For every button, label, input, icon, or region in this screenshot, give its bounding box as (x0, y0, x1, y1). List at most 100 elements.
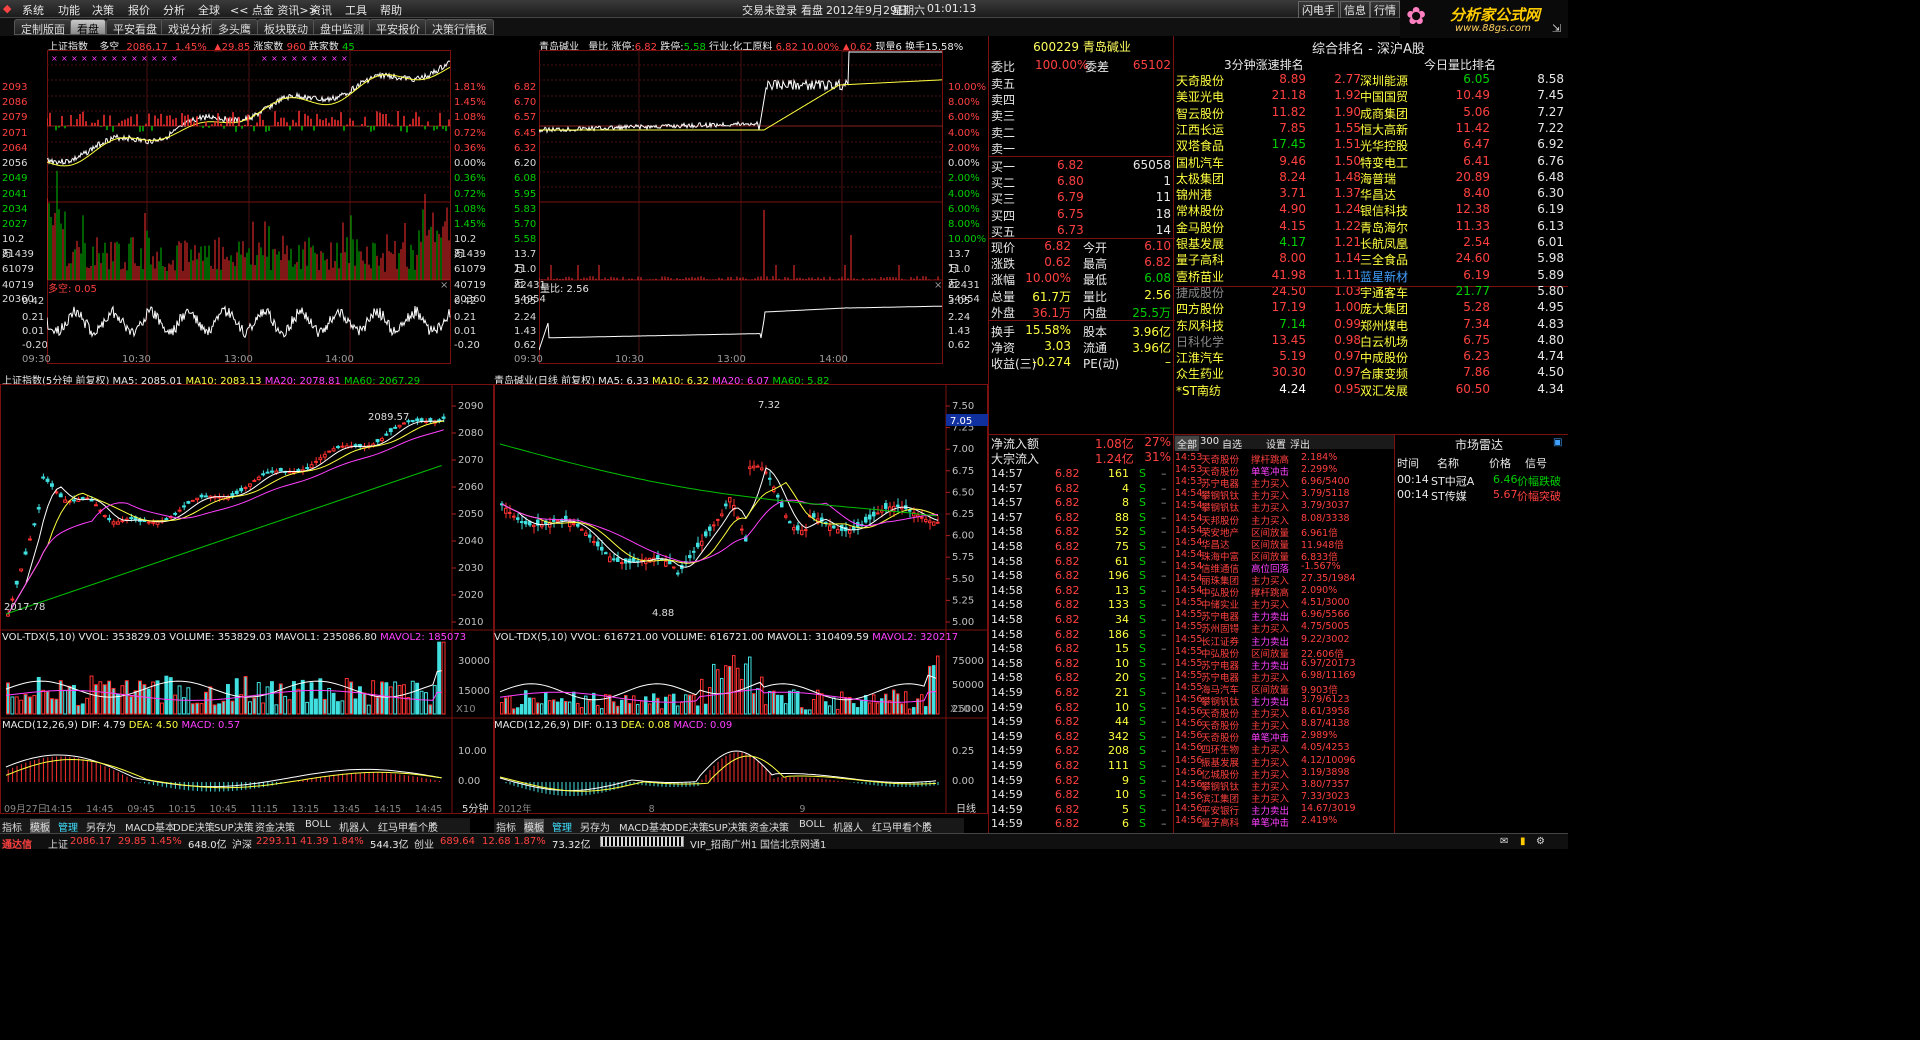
alert-row[interactable]: 14:55 苏宁电器 主力卖出 6.97/20173 (1175, 658, 1393, 672)
menu-system[interactable]: 系统 (22, 2, 44, 18)
alert-row[interactable]: 14:55 海马汽车 区间放量 9.903倍 (1175, 682, 1393, 696)
alerts-tab-all[interactable]: 全部 (1175, 436, 1199, 451)
alerts-float[interactable]: 浮出 (1290, 436, 1310, 451)
speed-rank-row[interactable]: 智云股份 11.82 1.90 (1176, 105, 1362, 121)
menu-function[interactable]: 功能 (58, 2, 80, 18)
indicator-tab[interactable]: 资金决策 (749, 819, 789, 834)
indicator-tab[interactable]: 另存为 (86, 819, 116, 834)
tab-sector-link[interactable]: 板块联动 (257, 19, 315, 36)
alert-row[interactable]: 14:56 振基发展 主力买入 4.12/10096 (1175, 755, 1393, 769)
menu-info[interactable]: 资讯 (310, 2, 332, 18)
indicator-tab[interactable]: 资金决策 (255, 819, 295, 834)
tab-pingan-watch[interactable]: 平安看盘 (106, 19, 164, 36)
speed-rank-row[interactable]: 国机汽车 9.46 1.50 (1176, 154, 1362, 170)
speed-rank-row[interactable]: 众生药业 30.30 0.97 (1176, 365, 1362, 381)
speed-rank-row[interactable]: 壹桥苗业 41.98 1.11 (1176, 268, 1362, 284)
tab-custom[interactable]: 定制版面 (14, 19, 72, 36)
radar-panel[interactable]: 市场雷达 ▣ 时间 名称 价格 信号 00:14 ST中冠A 6.46 价幅跌破 00:… (1394, 434, 1568, 833)
indicator-tab[interactable]: 机器人 (339, 819, 369, 834)
tab-bull-eagle[interactable]: 多头鹰 (211, 19, 258, 36)
quotes-button[interactable]: 行情 (1370, 1, 1400, 19)
alert-row[interactable]: 14:55 长江证券 主力卖出 9.22/3002 (1175, 634, 1393, 648)
indicator-tab[interactable]: DDE决策 (173, 819, 215, 834)
volratio-rank-row[interactable]: 银信科技 12.38 6.19 (1360, 202, 1566, 218)
close-indicator-icon[interactable]: × (440, 280, 448, 291)
alert-row[interactable]: 14:55 中储实业 主力买入 4.51/3000 (1175, 597, 1393, 611)
menu-decision[interactable]: 决策 (92, 2, 114, 18)
volratio-rank-row[interactable]: 特变电工 6.41 6.76 (1360, 154, 1566, 170)
volratio-rank-row[interactable]: 庞大集团 5.28 4.95 (1360, 300, 1566, 316)
speed-rank-row[interactable]: 四方股份 17.19 1.00 (1176, 300, 1362, 316)
tab-monitor[interactable]: 盘中监测 (313, 19, 371, 36)
indicator-tab[interactable]: BOLL (305, 819, 331, 830)
alert-row[interactable]: 14:56 滨江集团 主力买入 7.33/3023 (1175, 791, 1393, 805)
volratio-rank-row[interactable]: 合康变频 7.86 4.50 (1360, 365, 1566, 381)
indicator-tab[interactable]: BOLL (799, 819, 825, 830)
alert-row[interactable]: 14:56 攀钢钒钛 主力买入 3.80/7357 (1175, 779, 1393, 793)
alert-row[interactable]: 14:56 天奇股份 单笔冲击 2.989% (1175, 730, 1393, 744)
volratio-rank-row[interactable]: 光华控股 6.47 6.92 (1360, 137, 1566, 153)
menu-quote[interactable]: 报价 (128, 2, 150, 18)
alert-row[interactable]: 14:56 攀钢钒钛 主力卖出 3.79/6123 (1175, 694, 1393, 708)
volratio-rank-row[interactable]: 中成股份 6.23 4.74 (1360, 349, 1566, 365)
data-server[interactable]: 国信北京网通1 (760, 836, 826, 851)
indicator-tab[interactable]: 另存为 (580, 819, 610, 834)
alert-row[interactable]: 14:54 攀钢钒钛 主力买入 3.79/5118 (1175, 488, 1393, 502)
alert-row[interactable]: 14:56 量子高科 单笔冲击 2.419% (1175, 815, 1393, 829)
speed-rank-row[interactable]: 双塔食品 17.45 1.51 (1176, 137, 1362, 153)
info-button[interactable]: 信息 (1340, 1, 1370, 19)
alert-row[interactable]: 14:54 华昌达 区间放量 11.948倍 (1175, 537, 1393, 551)
alert-row[interactable]: 14:56 平安银行 主力卖出 14.67/3019 (1175, 803, 1393, 817)
speed-rank-row[interactable]: 太极集团 8.24 1.48 (1176, 170, 1362, 186)
tabs-scroll-icon[interactable]: » (430, 819, 436, 830)
app-icon[interactable]: ◆ (3, 2, 11, 15)
radar-row[interactable]: 00:14 ST传媒 5.67 价幅突破 (1397, 488, 1567, 504)
radar-row[interactable]: 00:14 ST中冠A 6.46 价幅跌破 (1397, 473, 1567, 489)
volratio-rank-row[interactable]: 成商集团 5.06 7.27 (1360, 105, 1566, 121)
indicator-tab[interactable]: 管理 (552, 819, 572, 834)
indicator-tab[interactable]: SUP决策 (708, 819, 748, 834)
indicator-tab[interactable]: 指标 (496, 819, 516, 834)
mail-icon[interactable]: ✉ (1500, 836, 1508, 847)
alert-row[interactable]: 14:54 信维通信 高位回落 -1.567% (1175, 561, 1393, 575)
volratio-rank-row[interactable]: 青岛海尔 11.33 6.13 (1360, 219, 1566, 235)
speed-rank-row[interactable]: 常林股份 4.90 1.24 (1176, 202, 1362, 218)
alert-row[interactable]: 14:55 中弘股份 区间放量 22.606倍 (1175, 646, 1393, 660)
speed-rank-row[interactable]: 美亚光电 21.18 1.92 (1176, 88, 1362, 104)
alert-row[interactable]: 14:53 天奇股份 撑杆跳高 2.184% (1175, 452, 1393, 466)
alert-row[interactable]: 14:55 苏州固锝 主力买入 4.75/5005 (1175, 621, 1393, 635)
speed-rank-row[interactable]: 锦州港 3.71 1.37 (1176, 186, 1362, 202)
alerts-tab-watchlist[interactable]: 自选 (1222, 436, 1242, 451)
menu-tools[interactable]: 工具 (345, 2, 367, 18)
tabs-scroll-icon[interactable]: » (924, 819, 930, 830)
alert-row[interactable]: 14:56 天奇股份 主力买入 8.87/4138 (1175, 718, 1393, 732)
alert-row[interactable]: 14:56 亿城股份 主力买入 3.19/3898 (1175, 767, 1393, 781)
speed-rank-row[interactable]: 江淮汽车 5.19 0.97 (1176, 349, 1362, 365)
menu-global[interactable]: 全球 (198, 2, 220, 18)
speed-rank-row[interactable]: 银基发展 4.17 1.21 (1176, 235, 1362, 251)
index-kline-panel[interactable]: 上证指数(5分钟 前复权) MA5: 2085.01 MA10: 2083.13… (0, 370, 494, 818)
volratio-rank-row[interactable]: 宇通客车 21.77 5.80 (1360, 284, 1566, 300)
speed-rank-row[interactable]: 东风科技 7.14 0.99 (1176, 317, 1362, 333)
expand-icon[interactable]: ⇲ (1552, 22, 1561, 35)
alert-row[interactable]: 14:54 攀钢钒钛 主力买入 3.79/3037 (1175, 500, 1393, 514)
menu-help[interactable]: 帮助 (380, 2, 402, 18)
alert-row[interactable]: 14:53 天奇股份 单笔冲击 2.299% (1175, 464, 1393, 478)
stock-kline-panel[interactable]: 青岛碱业(日线 前复权) MA5: 6.33 MA10: 6.32 MA20: … (494, 370, 988, 818)
volratio-rank-row[interactable]: 三全食品 24.60 5.98 (1360, 251, 1566, 267)
alert-row[interactable]: 14:55 苏宁电器 主力卖出 6.96/5566 (1175, 609, 1393, 623)
flash-button[interactable]: 闪电手 (1298, 1, 1339, 19)
volratio-rank-row[interactable]: 恒大高新 11.42 7.22 (1360, 121, 1566, 137)
speed-rank-row[interactable]: *ST南纺 4.24 0.95 (1176, 382, 1362, 398)
speed-rank-row[interactable]: 日科化学 13.45 0.98 (1176, 333, 1362, 349)
alerts-panel[interactable]: 全部 300 自选 设置 浮出 14:53 天奇股份 撑杆跳高 2.184% 14:53… (1174, 434, 1394, 833)
radar-config-icon[interactable]: ▣ (1553, 437, 1562, 448)
indicator-tab[interactable]: DDE决策 (667, 819, 709, 834)
alert-row[interactable]: 14:56 四环生物 主力买入 4.05/4253 (1175, 742, 1393, 756)
signal-icon[interactable]: ▮ (1520, 836, 1526, 847)
speed-rank-row[interactable]: 天奇股份 8.89 2.77 (1176, 72, 1362, 88)
alert-row[interactable]: 14:54 丽珠集团 主力买入 27.35/1984 (1175, 573, 1393, 587)
ranking-panel[interactable]: 综合排名 - 深沪A股 3分钟涨速排名 今日量比排名 天奇股份 8.89 2.77 美… (1174, 38, 1568, 400)
volratio-rank-row[interactable]: 长航凤凰 2.54 6.01 (1360, 235, 1566, 251)
indicator-tab[interactable]: MACD基本 (125, 819, 175, 834)
